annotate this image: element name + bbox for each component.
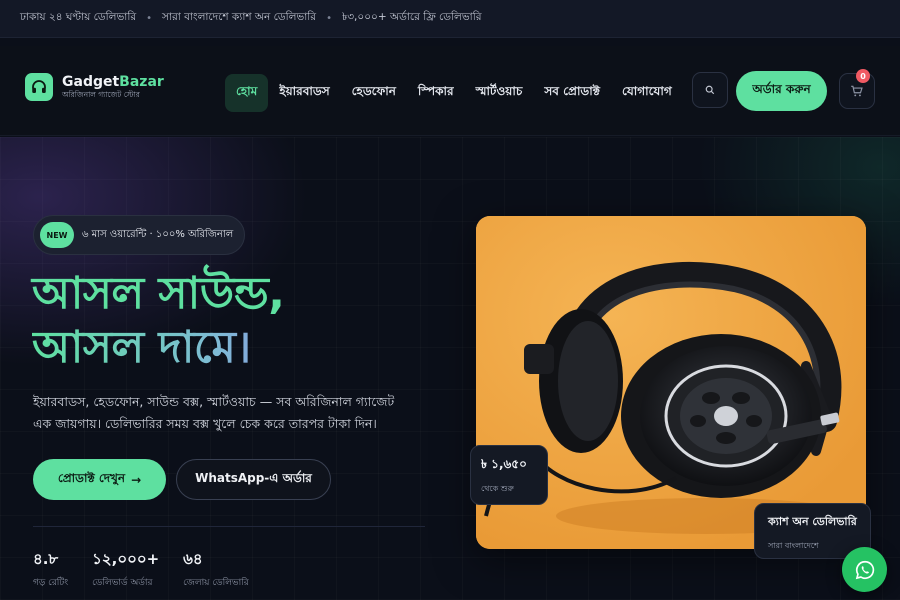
stat-rating: ৪.৮ গড় রেটিং — [33, 549, 68, 590]
nav-item-home[interactable]: হোম — [225, 74, 269, 112]
nav-item-earbuds[interactable]: ইয়ারবাডস — [268, 74, 340, 112]
headline-line-2: আসল দামে। — [32, 321, 452, 375]
brand-tagline: অরিজিনাল গ্যাজেট স্টোর — [62, 90, 140, 99]
main-nav: হোম ইয়ারবাডস হেডফোন স্পিকার স্মার্টওয়া… — [225, 74, 683, 112]
price-card: ৳ ১,৬৫০ থেকে শুরু — [470, 445, 548, 505]
cod-title: ক্যাশ অন ডেলিভারি — [768, 515, 857, 528]
stat-value: ৬৪ — [183, 550, 203, 568]
nav-item-contact[interactable]: যোগাযোগ — [611, 74, 683, 112]
logo[interactable]: GadgetBazar অরিজিনাল গ্যাজেট স্টোর — [25, 73, 164, 101]
view-products-button[interactable]: প্রোডাক্ট দেখুন → — [33, 459, 166, 500]
stat-value: ১২,০০০+ — [92, 550, 160, 568]
stats-row: ৪.৮ গড় রেটিং ১২,০০০+ ডেলিভার্ড অর্ডার ৬… — [33, 549, 249, 590]
whatsapp-order-button[interactable]: WhatsApp-এ অর্ডার — [176, 459, 331, 500]
arrow-right-icon: → — [131, 472, 142, 487]
stat-orders: ১২,০০০+ ডেলিভার্ড অর্ডার — [92, 549, 159, 590]
headphones-icon — [25, 73, 53, 101]
brand-name-accent: Bazar — [119, 74, 164, 90]
headline-line-1: আসল সাউন্ড, — [32, 268, 285, 319]
search-icon — [705, 85, 715, 95]
stat-label: গড় রেটিং — [33, 578, 69, 588]
announcement-item: সারা বাংলাদেশে ক্যাশ অন ডেলিভারি — [162, 11, 317, 23]
hero-description: ইয়ারবাডস, হেডফোন, সাউন্ড বক্স, স্মার্টও… — [33, 394, 395, 431]
view-products-label: প্রোডাক্ট দেখুন — [57, 470, 126, 485]
hero-section: NEW ৬ মাস ওয়ারেন্টি · ১০০% অরিজিনাল আসল… — [0, 137, 900, 600]
order-now-button[interactable]: অর্ডার করুন — [736, 71, 827, 111]
cart-count-badge: 0 — [856, 69, 870, 83]
nav-item-smartwatch[interactable]: স্মার্টওয়াচ — [465, 74, 534, 112]
stat-label: ডেলিভার্ড অর্ডার — [92, 578, 153, 588]
nav-item-speakers[interactable]: স্পিকার — [407, 74, 465, 112]
site-header: GadgetBazar অরিজিনাল গ্যাজেট স্টোর হোম ই… — [0, 46, 900, 136]
announcement-item: ঢাকায় ২৪ ঘণ্টায় ডেলিভারি — [20, 11, 137, 23]
price-value: ৳ ১,৬৫০ — [481, 457, 527, 471]
cart-button[interactable]: 0 — [839, 69, 875, 109]
whatsapp-float-button[interactable] — [842, 547, 887, 592]
nav-item-headphones[interactable]: হেডফোন — [341, 74, 407, 112]
cart-icon — [851, 85, 863, 97]
search-button[interactable] — [692, 72, 728, 108]
cod-subtitle: সারা বাংলাদেশে — [768, 541, 819, 550]
hero-headline: আসল সাউন্ড, আসল দামে। — [32, 267, 452, 375]
announcement-item: ৳৩,০০০+ অর্ডারে ফ্রি ডেলিভারি — [342, 11, 482, 23]
nav-item-all-products[interactable]: সব প্রোডাক্ট — [533, 74, 611, 112]
separator-dot: • — [146, 13, 153, 24]
whatsapp-icon — [855, 560, 874, 579]
stat-value: ৪.৮ — [33, 550, 59, 568]
stat-districts: ৬৪ জেলায় ডেলিভারি — [183, 549, 249, 590]
new-badge: NEW — [40, 222, 74, 248]
brand-name: GadgetBazar — [62, 74, 164, 90]
price-caption: থেকে শুরু — [481, 484, 514, 493]
pill-text: ৬ মাস ওয়ারেন্টি · ১০০% অরিজিনাল — [82, 228, 234, 240]
stats-divider — [33, 526, 425, 527]
brand-name-part: Gadget — [62, 74, 120, 90]
announcement-pill: NEW ৬ মাস ওয়ারেন্টি · ১০০% অরিজিনাল — [33, 215, 245, 255]
announcement-bar: ঢাকায় ২৪ ঘণ্টায় ডেলিভারি • সারা বাংলাদ… — [0, 0, 900, 38]
separator-dot: • — [326, 13, 332, 24]
stat-label: জেলায় ডেলিভারি — [183, 578, 249, 588]
